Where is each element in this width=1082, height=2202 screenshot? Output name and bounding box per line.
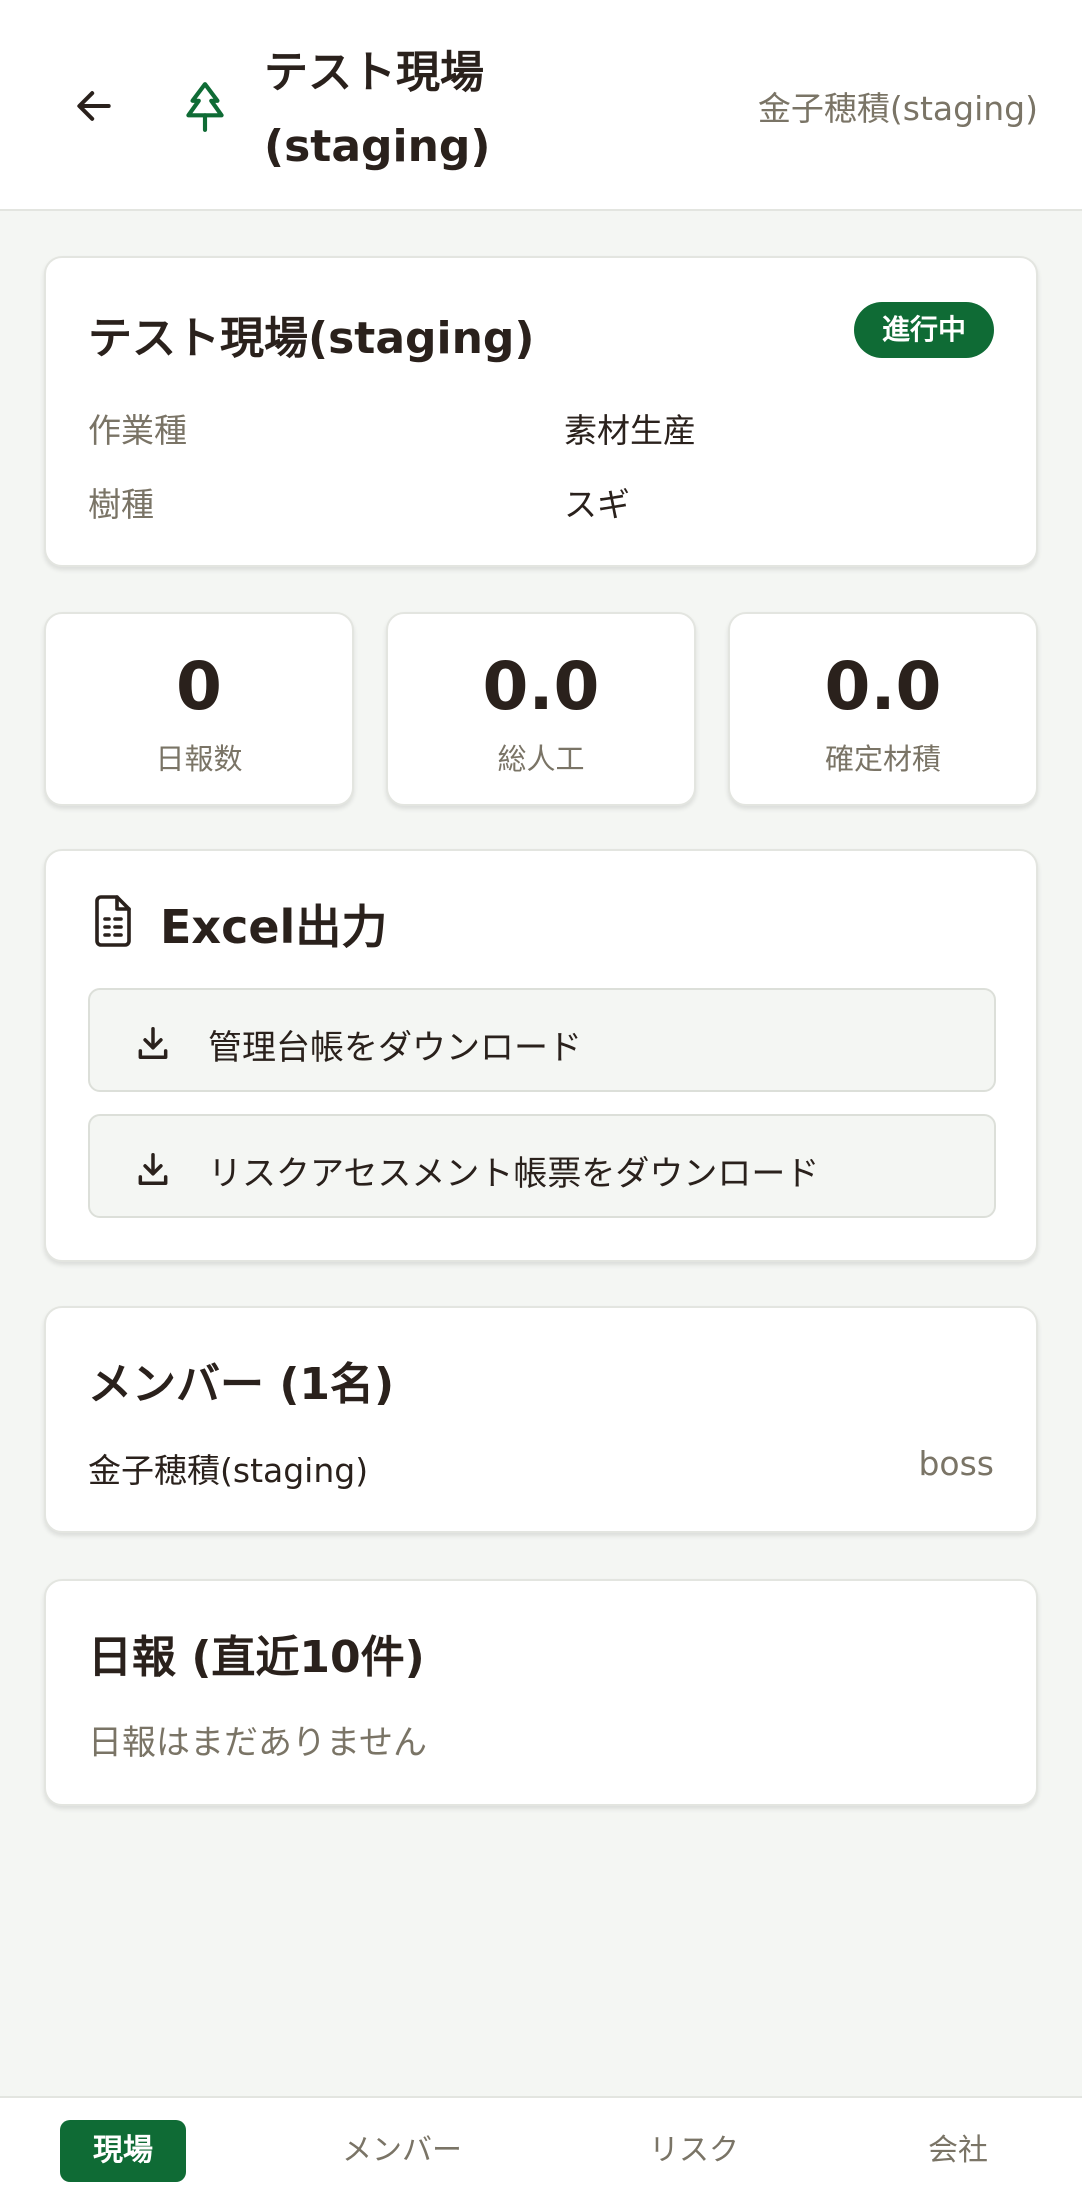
nav-item-risk[interactable]: リスク [620, 2120, 768, 2182]
member-name: 金子穂積(staging) [88, 1451, 369, 1490]
page-title-line1: テスト現場 [264, 47, 484, 98]
nav-item-sites[interactable]: 現場 [60, 2120, 186, 2182]
stat-value: 0.0 [482, 648, 600, 725]
download-risk-assessment-button[interactable]: リスクアセスメント帳票をダウンロード [88, 1114, 996, 1218]
download-icon [138, 1153, 168, 1185]
excel-section-title: Excel出力 [160, 900, 388, 954]
stat-value: 0.0 [824, 648, 942, 725]
members-card: メンバー (1名) 金子穂積(staging) boss [44, 1306, 1038, 1533]
tree-icon [186, 82, 224, 132]
member-role: boss [918, 1444, 994, 1483]
nav-item-company[interactable]: 会社 [900, 2120, 1016, 2182]
stat-card-volume: 0.0 確定材積 [728, 612, 1038, 806]
page-title-line2: (staging) [264, 121, 491, 172]
stat-card-manpower: 0.0 総人工 [386, 612, 696, 806]
spreadsheet-file-icon [95, 895, 131, 947]
download-risk-assessment-label: リスクアセスメント帳票をダウンロード [208, 1154, 820, 1194]
bottom-nav: 現場 メンバー リスク 会社 [0, 2096, 1082, 2202]
daily-reports-card: 日報 (直近10件) 日報はまだありません [44, 1579, 1038, 1806]
current-user[interactable]: 金子穂積(staging) [758, 82, 1038, 130]
arrow-left-icon [77, 91, 111, 121]
back-button[interactable] [62, 74, 126, 138]
excel-export-card: Excel出力 管理台帳をダウンロード リスクアセスメント帳票をダウンロード [44, 849, 1038, 1262]
tree-species-label: 樹種 [88, 485, 154, 524]
site-name: テスト現場(staging) [88, 313, 535, 364]
stat-value: 0 [176, 648, 222, 725]
stat-card-reports: 0 日報数 [44, 612, 354, 806]
download-icon [138, 1027, 168, 1059]
app-header: テスト現場 (staging) 金子穂積(staging) [0, 0, 1082, 211]
status-badge: 進行中 [853, 302, 994, 358]
stat-label: 日報数 [155, 742, 243, 776]
download-ledger-button[interactable]: 管理台帳をダウンロード [88, 988, 996, 1092]
reports-empty-text: 日報はまだありません [88, 1723, 427, 1763]
site-info-card: テスト現場(staging) 進行中 作業種 素材生産 樹種 スギ [44, 256, 1038, 567]
stat-label: 確定材積 [824, 742, 941, 776]
members-title: メンバー (1名) [88, 1359, 395, 1410]
reports-title: 日報 (直近10件) [88, 1632, 425, 1683]
work-type-value: 素材生産 [564, 411, 696, 450]
nav-item-members[interactable]: メンバー [320, 2120, 484, 2182]
stat-label: 総人工 [497, 742, 585, 776]
download-ledger-label: 管理台帳をダウンロード [208, 1028, 582, 1068]
tree-species-value: スギ [564, 485, 630, 524]
work-type-label: 作業種 [88, 411, 187, 450]
page-title: テスト現場 (staging) [264, 36, 564, 184]
